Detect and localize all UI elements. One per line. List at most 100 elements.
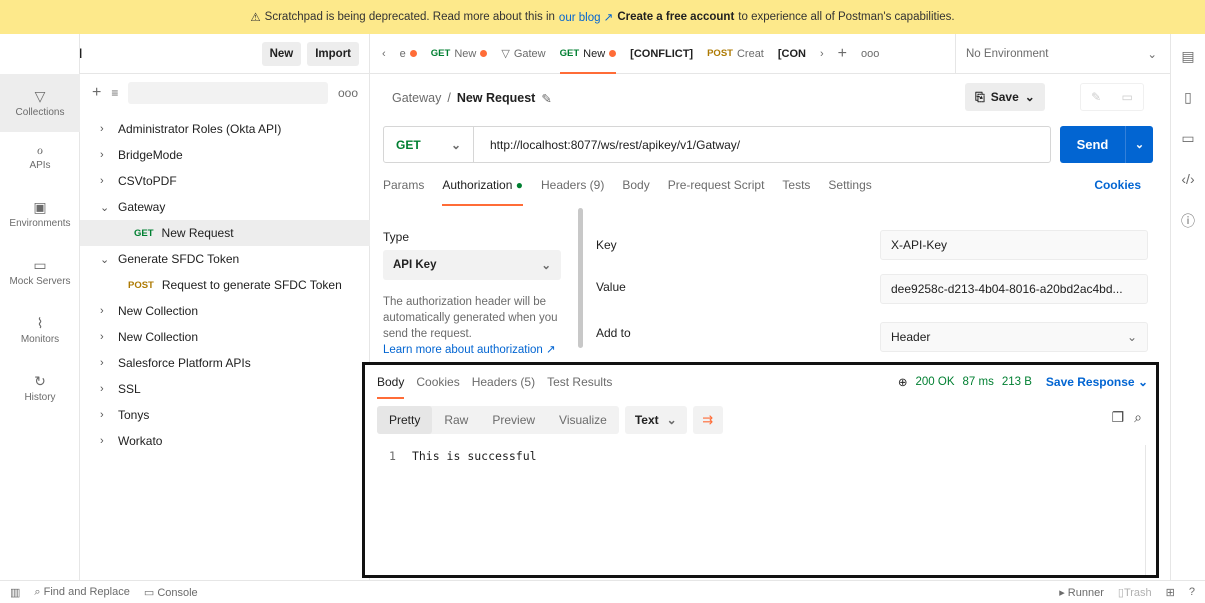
tree-item[interactable]: › CSVtoPDF xyxy=(80,168,370,194)
cookies-link[interactable]: Cookies xyxy=(1094,178,1153,206)
nav-monitors[interactable]: ⌇ Monitors xyxy=(0,316,80,345)
tab-options-icon[interactable]: ooo xyxy=(861,48,879,60)
format-visualize[interactable]: Visualize xyxy=(547,406,619,434)
add-icon[interactable]: + xyxy=(92,84,101,102)
nav-label: Monitors xyxy=(20,334,60,345)
sidebar-toggle-icon[interactable]: ▥ xyxy=(10,586,20,599)
format-preview[interactable]: Preview xyxy=(480,406,547,434)
tab-pre-request-script[interactable]: Pre-request Script xyxy=(668,178,765,206)
chevron-down-icon[interactable]: ⌄ xyxy=(1125,126,1153,163)
blog-link[interactable]: our blog ↗ xyxy=(559,10,613,24)
send-button[interactable]: Send ⌄ xyxy=(1060,126,1153,163)
tree-item[interactable]: › BridgeMode xyxy=(80,142,370,168)
collection-tree: › Administrator Roles (Okta API) › BridgeM… xyxy=(80,116,370,454)
request-tab[interactable]: [CON xyxy=(778,48,806,60)
tree-label: Request to generate SFDC Token xyxy=(161,278,342,292)
method-select[interactable]: GET ⌄ xyxy=(384,127,474,162)
response-time[interactable]: 87 ms xyxy=(963,376,994,388)
tree-item[interactable]: › New Collection xyxy=(80,324,370,350)
response-tab-body[interactable]: Body xyxy=(377,375,405,399)
request-name[interactable]: New Request xyxy=(457,91,536,106)
auth-type-select[interactable]: API Key ⌄ xyxy=(383,250,561,280)
tree-item[interactable]: › SSL xyxy=(80,376,370,402)
copy-icon[interactable]: ❐ xyxy=(1112,409,1125,426)
format-raw[interactable]: Raw xyxy=(432,406,480,434)
comments-icon[interactable]: ▭ xyxy=(1181,130,1194,147)
environment-select[interactable]: No Environment ⌄ xyxy=(955,34,1167,74)
console-button[interactable]: ▭ Console xyxy=(144,586,198,599)
tree-item[interactable]: › New Collection xyxy=(80,298,370,324)
tab-body[interactable]: Body xyxy=(622,178,649,206)
key-input[interactable]: X-API-Key xyxy=(880,230,1148,260)
environment-quicklook-icon[interactable]: ▤ xyxy=(1181,48,1194,65)
tree-item[interactable]: ⌄ Gateway xyxy=(80,194,370,220)
breadcrumb-parent[interactable]: Gateway xyxy=(392,91,441,106)
two-pane-icon[interactable]: ⊞ xyxy=(1166,586,1175,599)
import-button[interactable]: Import xyxy=(307,41,359,66)
trash-button[interactable]: ▯Trash xyxy=(1118,586,1152,599)
value-input[interactable]: dee9258c-d213-4b04-8016-a20bd2ac4bd... xyxy=(880,274,1148,304)
runner-button[interactable]: ▸ Runner xyxy=(1059,586,1104,599)
response-panel: Body Cookies Headers (5) Test Results ⊕ … xyxy=(362,362,1159,578)
addto-select[interactable]: Header ⌄ xyxy=(880,322,1148,352)
search-icon[interactable]: ⌕ xyxy=(1134,409,1142,426)
response-tab-cookies[interactable]: Cookies xyxy=(416,375,459,399)
comment-icon[interactable]: ▭ xyxy=(1122,90,1133,104)
filter-icon[interactable]: ≡ xyxy=(111,86,118,100)
nav-history[interactable]: ↻ History xyxy=(0,374,80,403)
request-tab[interactable]: ▽ Gatew xyxy=(501,47,545,61)
tab-tests[interactable]: Tests xyxy=(782,178,810,206)
request-tab[interactable]: POST Creat xyxy=(707,48,764,60)
url-input[interactable]: http://localhost:8077/ws/rest/apikey/v1/… xyxy=(474,138,740,152)
more-icon[interactable]: ooo xyxy=(338,86,358,100)
tab-params[interactable]: Params xyxy=(383,178,424,206)
tree-label: New Collection xyxy=(118,304,199,318)
tab-headers[interactable]: Headers (9) xyxy=(541,178,604,206)
wrap-lines-icon[interactable]: ⇉ xyxy=(692,406,723,434)
create-account-link[interactable]: Create a free account xyxy=(617,11,734,23)
nav-environments[interactable]: ▣ Environments xyxy=(0,200,80,229)
documentation-icon[interactable]: ▯ xyxy=(1184,89,1192,106)
new-button[interactable]: New xyxy=(261,41,302,66)
auth-learn-more-link[interactable]: Learn more about authorization ↗ xyxy=(383,342,573,356)
nav-apis[interactable]: ℴ APIs xyxy=(0,142,80,171)
response-size[interactable]: 213 B xyxy=(1002,376,1032,388)
edit-icon[interactable]: ✎ xyxy=(541,91,551,106)
scroll-right-icon[interactable]: › xyxy=(820,48,824,60)
resize-handle[interactable] xyxy=(578,208,583,348)
request-tab-active[interactable]: GET New xyxy=(559,34,617,74)
save-button[interactable]: ⎘ Save ⌄ xyxy=(965,83,1045,111)
request-tab[interactable]: e xyxy=(400,48,417,60)
find-replace-button[interactable]: ⌕ Find and Replace xyxy=(34,586,129,599)
format-pretty[interactable]: Pretty xyxy=(377,406,433,434)
tree-item[interactable]: › Salesforce Platform APIs xyxy=(80,350,370,376)
save-response-button[interactable]: Save Response ⌄ xyxy=(1046,375,1148,389)
scroll-left-icon[interactable]: ‹ xyxy=(382,48,386,60)
tab-settings[interactable]: Settings xyxy=(828,178,871,206)
nav-mock-servers[interactable]: ▭ Mock Servers xyxy=(0,258,80,287)
save-icon: ⎘ xyxy=(975,89,985,104)
request-tab[interactable]: [CONFLICT] xyxy=(630,48,693,60)
new-tab-icon[interactable]: + xyxy=(838,45,847,63)
text-format-label: Text xyxy=(634,413,659,427)
info-icon[interactable]: ⓘ xyxy=(1181,211,1195,231)
response-tab-test-results[interactable]: Test Results xyxy=(547,375,612,399)
tree-request-item[interactable]: GET New Request xyxy=(80,220,370,246)
pencil-icon[interactable]: ✎ xyxy=(1091,90,1101,104)
tree-item[interactable]: ⌄ Generate SFDC Token xyxy=(80,246,370,272)
text-format-select[interactable]: Text ⌄ xyxy=(624,406,687,434)
response-tab-headers[interactable]: Headers (5) xyxy=(472,375,535,399)
tab-authorization[interactable]: Authorization ● xyxy=(442,178,523,206)
chevron-down-icon[interactable]: ⌄ xyxy=(1025,90,1035,104)
vertical-scrollbar[interactable] xyxy=(1145,445,1146,575)
tree-item[interactable]: › Administrator Roles (Okta API) xyxy=(80,116,370,142)
tree-request-item[interactable]: POST Request to generate SFDC Token xyxy=(80,272,370,298)
help-icon[interactable]: ? xyxy=(1189,586,1195,598)
tree-item[interactable]: › Workato xyxy=(80,428,370,454)
filter-input[interactable] xyxy=(128,82,328,104)
nav-collections[interactable]: ▽ Collections xyxy=(0,74,80,132)
request-tab[interactable]: GET New xyxy=(431,48,488,60)
code-icon[interactable]: ‹/› xyxy=(1181,171,1194,187)
tree-item[interactable]: › Tonys xyxy=(80,402,370,428)
status-code[interactable]: 200 OK xyxy=(916,376,955,388)
